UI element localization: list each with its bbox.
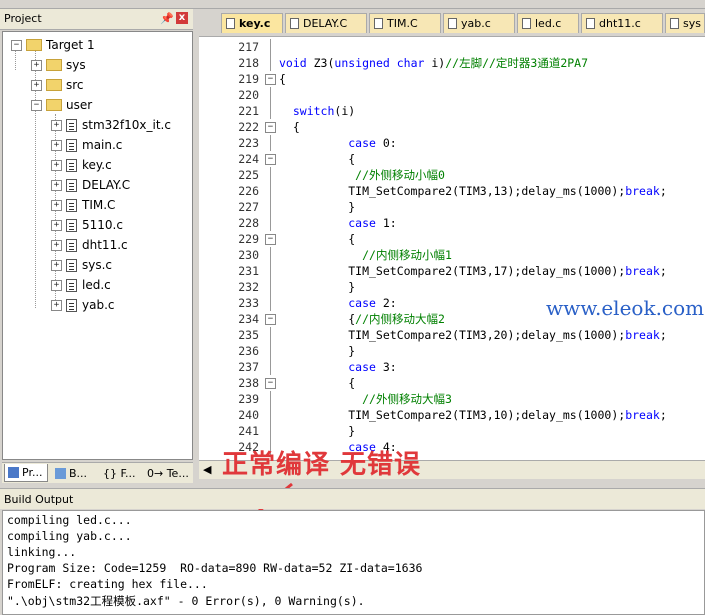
build-output-line: linking...	[7, 545, 77, 559]
build-output-line: ".\obj\stm32工程模板.axf" - 0 Error(s), 0 Wa…	[7, 594, 365, 608]
build-output-header: Build Output	[0, 488, 705, 509]
build-output-line: compiling led.c...	[7, 513, 132, 527]
build-output-panel[interactable]: compiling led.c... compiling yab.c... li…	[2, 510, 705, 615]
build-output-line: compiling yab.c...	[7, 529, 132, 543]
build-output-line: FromELF: creating hex file...	[7, 577, 208, 591]
build-output-title: Build Output	[4, 493, 74, 506]
build-output-line: Program Size: Code=1259 RO-data=890 RW-d…	[7, 561, 423, 575]
